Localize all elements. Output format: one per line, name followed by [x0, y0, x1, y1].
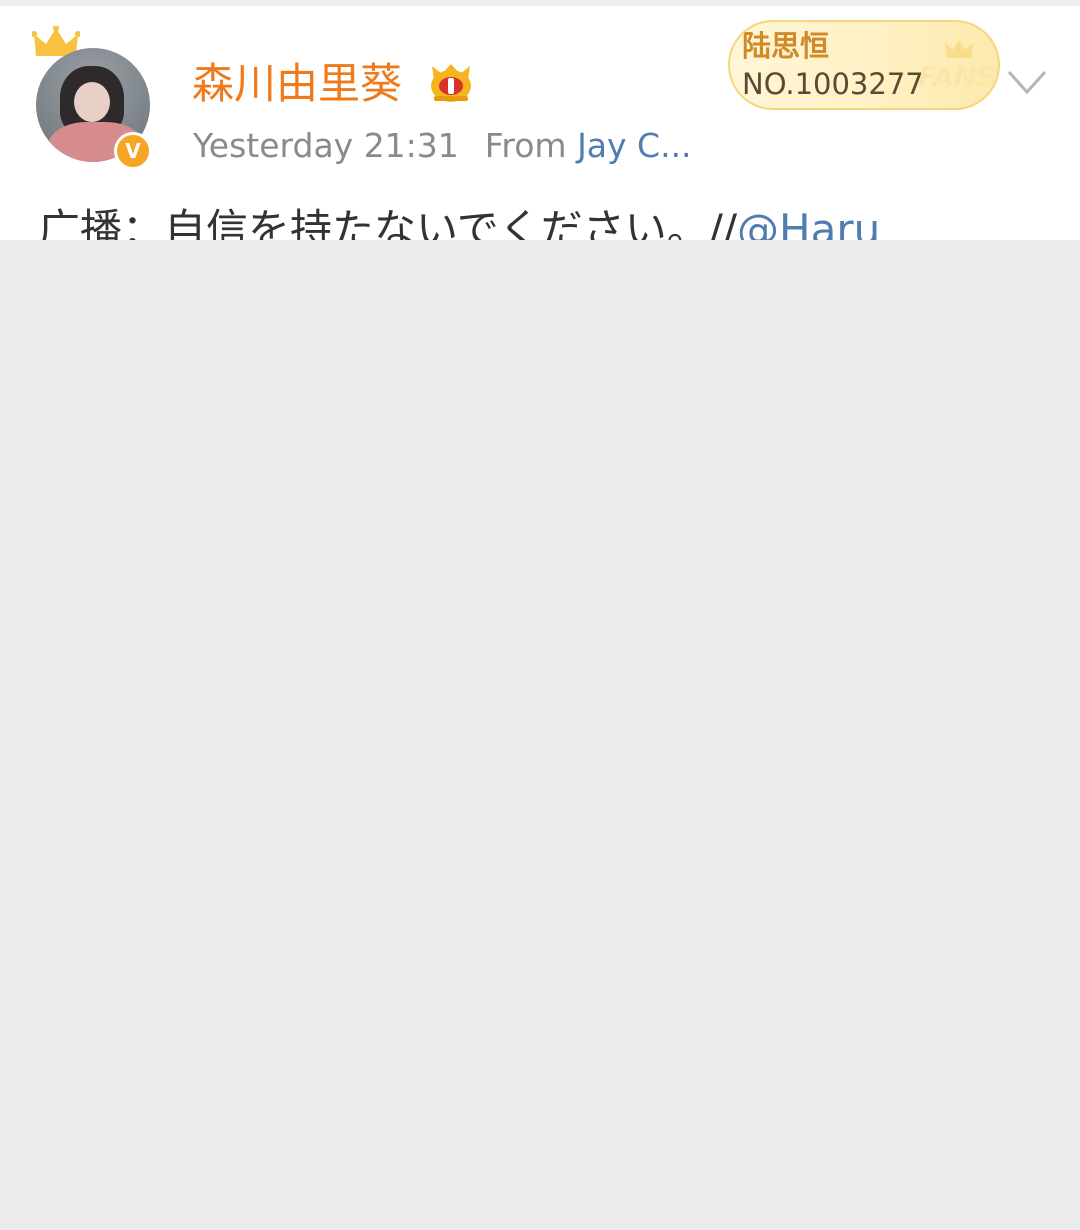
author-name[interactable]: 森川由里葵: [192, 58, 402, 110]
post-text: 广播：自信を持たないでください。//: [38, 205, 738, 240]
avatar-face: [74, 82, 110, 122]
fans-badge[interactable]: 陆思恒 NO.1003277 FANS: [728, 20, 1000, 110]
blank-area: [0, 240, 1080, 1230]
crown-icon: [431, 64, 471, 102]
post-time: Yesterday 21:31: [193, 126, 459, 165]
post-content: 广播：自信を持たないでください。//@Haru: [38, 202, 880, 240]
post-meta: Yesterday 21:31 From Jay C...: [193, 124, 692, 168]
chevron-down-icon[interactable]: [1004, 64, 1050, 100]
fans-badge-number: NO.1003277: [742, 67, 924, 101]
fans-badge-name: 陆思恒: [742, 29, 830, 63]
post-card[interactable]: V 森川由里葵 Yesterday 21:31 From Jay C... 陆思恒…: [0, 6, 1080, 240]
fans-crown-icon: [945, 40, 973, 58]
verified-badge-icon: V: [114, 132, 152, 170]
mention-link[interactable]: @Haru: [737, 205, 880, 240]
from-label: From: [484, 126, 567, 165]
avatar-container[interactable]: V: [30, 26, 160, 171]
post-source-link[interactable]: Jay C...: [577, 126, 692, 165]
fans-badge-label: FANS: [918, 62, 996, 93]
